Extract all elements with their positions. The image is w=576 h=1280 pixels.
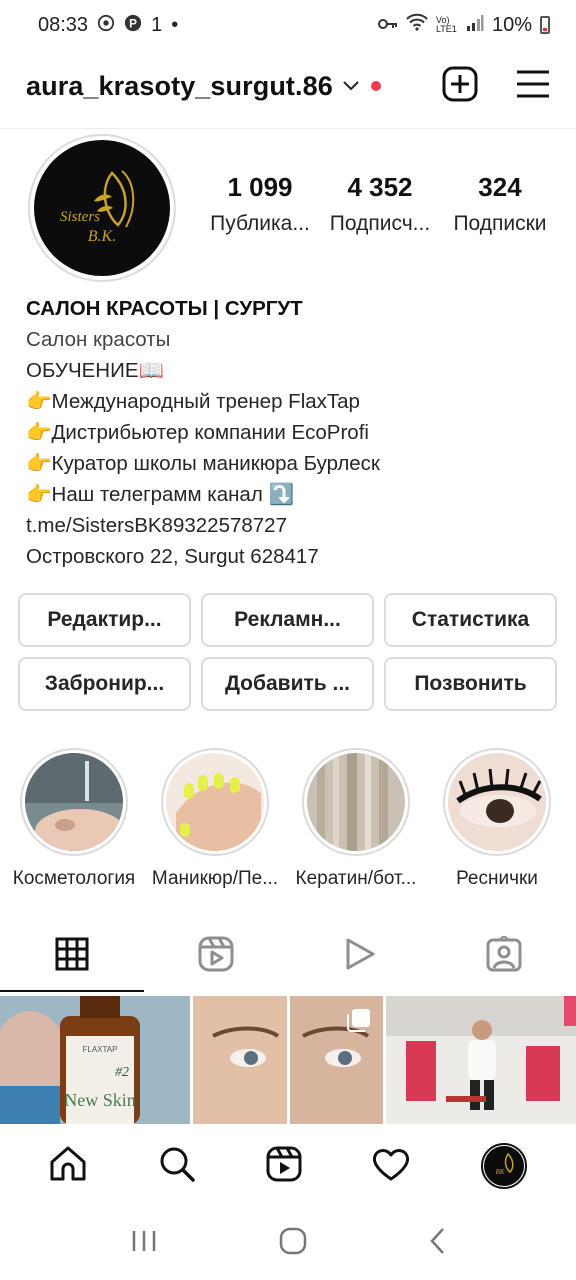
highlight-cover — [25, 753, 123, 851]
multi-post-icon — [347, 1008, 371, 1037]
home-icon[interactable] — [49, 1145, 87, 1188]
heart-icon[interactable] — [372, 1147, 410, 1186]
header-divider — [0, 128, 576, 129]
tab-videos[interactable] — [288, 918, 432, 994]
profile-display-name: САЛОН КРАСОТЫ | СУРГУТ — [26, 297, 303, 320]
recents-icon[interactable] — [131, 1229, 157, 1258]
bio-link[interactable]: t.me/SistersBK89322578727 — [26, 510, 556, 541]
status-bar: 08:33 P 1 • Vo) LTE1 10% — [0, 0, 576, 50]
wifi-icon — [406, 13, 428, 37]
back-icon[interactable] — [429, 1227, 445, 1260]
notification-count: 1 — [151, 13, 163, 36]
stat-value: 324 — [478, 172, 522, 202]
highlight-lashes[interactable]: Реснички — [427, 748, 567, 890]
bio-line: 👉Международный тренер FlaxTap — [26, 390, 360, 413]
grid-post[interactable]: FLAXTAP #2 New Skin — [0, 996, 190, 1124]
book-button[interactable]: Забронир... — [18, 657, 191, 711]
post-sub: New Skin — [64, 1090, 136, 1110]
avatar-logo: Sisters B.K. — [34, 140, 170, 276]
grid-icon — [55, 937, 89, 976]
post-number: #2 — [115, 1065, 129, 1080]
highlight-manicure[interactable]: Маникюр/Пе... — [145, 748, 285, 890]
system-navigation — [0, 1206, 576, 1280]
svg-text:BK: BK — [495, 1168, 504, 1176]
insights-button[interactable]: Статистика — [384, 593, 557, 647]
post-caption: FLAXTAP — [83, 1045, 118, 1054]
avatar-text-bk: B.K. — [88, 228, 116, 245]
pinterest-icon: P — [124, 14, 142, 37]
tab-reels[interactable] — [144, 918, 288, 994]
promotions-button[interactable]: Рекламн... — [201, 593, 374, 647]
profile-category: Салон красоты — [26, 328, 171, 351]
highlight-label: Маникюр/Пе... — [151, 868, 279, 889]
highlight-label: Кератин/бот... — [295, 868, 417, 889]
profile-avatar[interactable]: BK — [480, 1143, 527, 1189]
whatsapp-icon — [97, 14, 115, 37]
stat-followers[interactable]: 4 352 Подписч... — [320, 172, 440, 236]
bio-line: ОБУЧЕНИЕ📖 — [26, 359, 165, 382]
highlight-cover — [307, 753, 405, 851]
stat-label: Подписч... — [329, 212, 431, 235]
search-icon[interactable] — [158, 1145, 196, 1188]
status-time: 08:33 — [38, 13, 89, 36]
tab-grid[interactable] — [0, 918, 144, 994]
bottom-navigation: BK — [0, 1126, 576, 1206]
signal-icon — [466, 14, 484, 37]
highlight-label: Косметология — [12, 868, 136, 889]
edit-profile-button[interactable]: Редактир... — [18, 593, 191, 647]
tagged-icon — [486, 934, 522, 977]
play-icon — [344, 937, 376, 976]
reels-icon — [198, 936, 234, 977]
stat-posts[interactable]: 1 099 Публика... — [200, 172, 320, 236]
profile-tabs — [0, 918, 576, 994]
highlight-cover — [448, 753, 546, 851]
stat-value: 1 099 — [227, 172, 293, 202]
highlight-cosmetology[interactable]: Косметология — [4, 748, 144, 890]
stat-value: 4 352 — [347, 172, 413, 202]
highlight-label: Реснички — [456, 868, 538, 889]
key-icon — [377, 14, 398, 37]
highlight-keratin[interactable]: Кератин/бот... — [286, 748, 426, 890]
profile-header: aura_krasoty_surgut.86 — [0, 58, 576, 114]
reels-icon[interactable] — [266, 1146, 302, 1187]
active-tab-indicator — [0, 990, 144, 992]
chevron-down-icon[interactable] — [343, 78, 359, 94]
notification-dot — [370, 81, 381, 91]
call-button[interactable]: Позвонить — [384, 657, 557, 711]
dot-icon: • — [171, 13, 179, 36]
lte-label: Vo) LTE1 — [435, 15, 457, 34]
highlight-cover — [166, 753, 264, 851]
plus-square-icon[interactable] — [442, 66, 478, 107]
profile-avatar[interactable]: Sisters B.K. — [28, 134, 176, 282]
bio-line: 👉Наш телеграмм канал ⤵️ — [26, 483, 295, 506]
tab-tagged[interactable] — [432, 918, 576, 994]
bio-address[interactable]: Островского 22, Surgut 628417 — [26, 541, 556, 572]
grid-post[interactable] — [386, 996, 576, 1124]
avatar-text-sisters: Sisters — [60, 209, 100, 225]
posts-grid: FLAXTAP #2 New Skin — [0, 996, 576, 1124]
bio-line: 👉Дистрибьютер компании EcoProfi — [26, 421, 369, 444]
add-shop-button[interactable]: Добавить ... — [201, 657, 374, 711]
stat-following[interactable]: 324 Подписки — [440, 172, 560, 236]
stat-label: Подписки — [453, 212, 547, 235]
profile-stats: 1 099 Публика... 4 352 Подписч... 324 По… — [200, 172, 560, 236]
stat-label: Публика... — [210, 212, 310, 235]
bio-line: 👉Куратор школы маникюра Бурлеск — [26, 452, 380, 475]
profile-bio: САЛОН КРАСОТЫ | СУРГУТ Салон красоты ОБУ… — [26, 293, 556, 572]
battery-icon — [540, 16, 550, 34]
battery-percent: 10% — [491, 13, 532, 36]
home-circle-icon[interactable] — [279, 1227, 307, 1260]
grid-post[interactable] — [193, 996, 383, 1124]
account-username[interactable]: aura_krasoty_surgut.86 — [26, 71, 333, 102]
svg-text:P: P — [129, 17, 137, 30]
hamburger-menu-icon[interactable] — [516, 69, 550, 104]
